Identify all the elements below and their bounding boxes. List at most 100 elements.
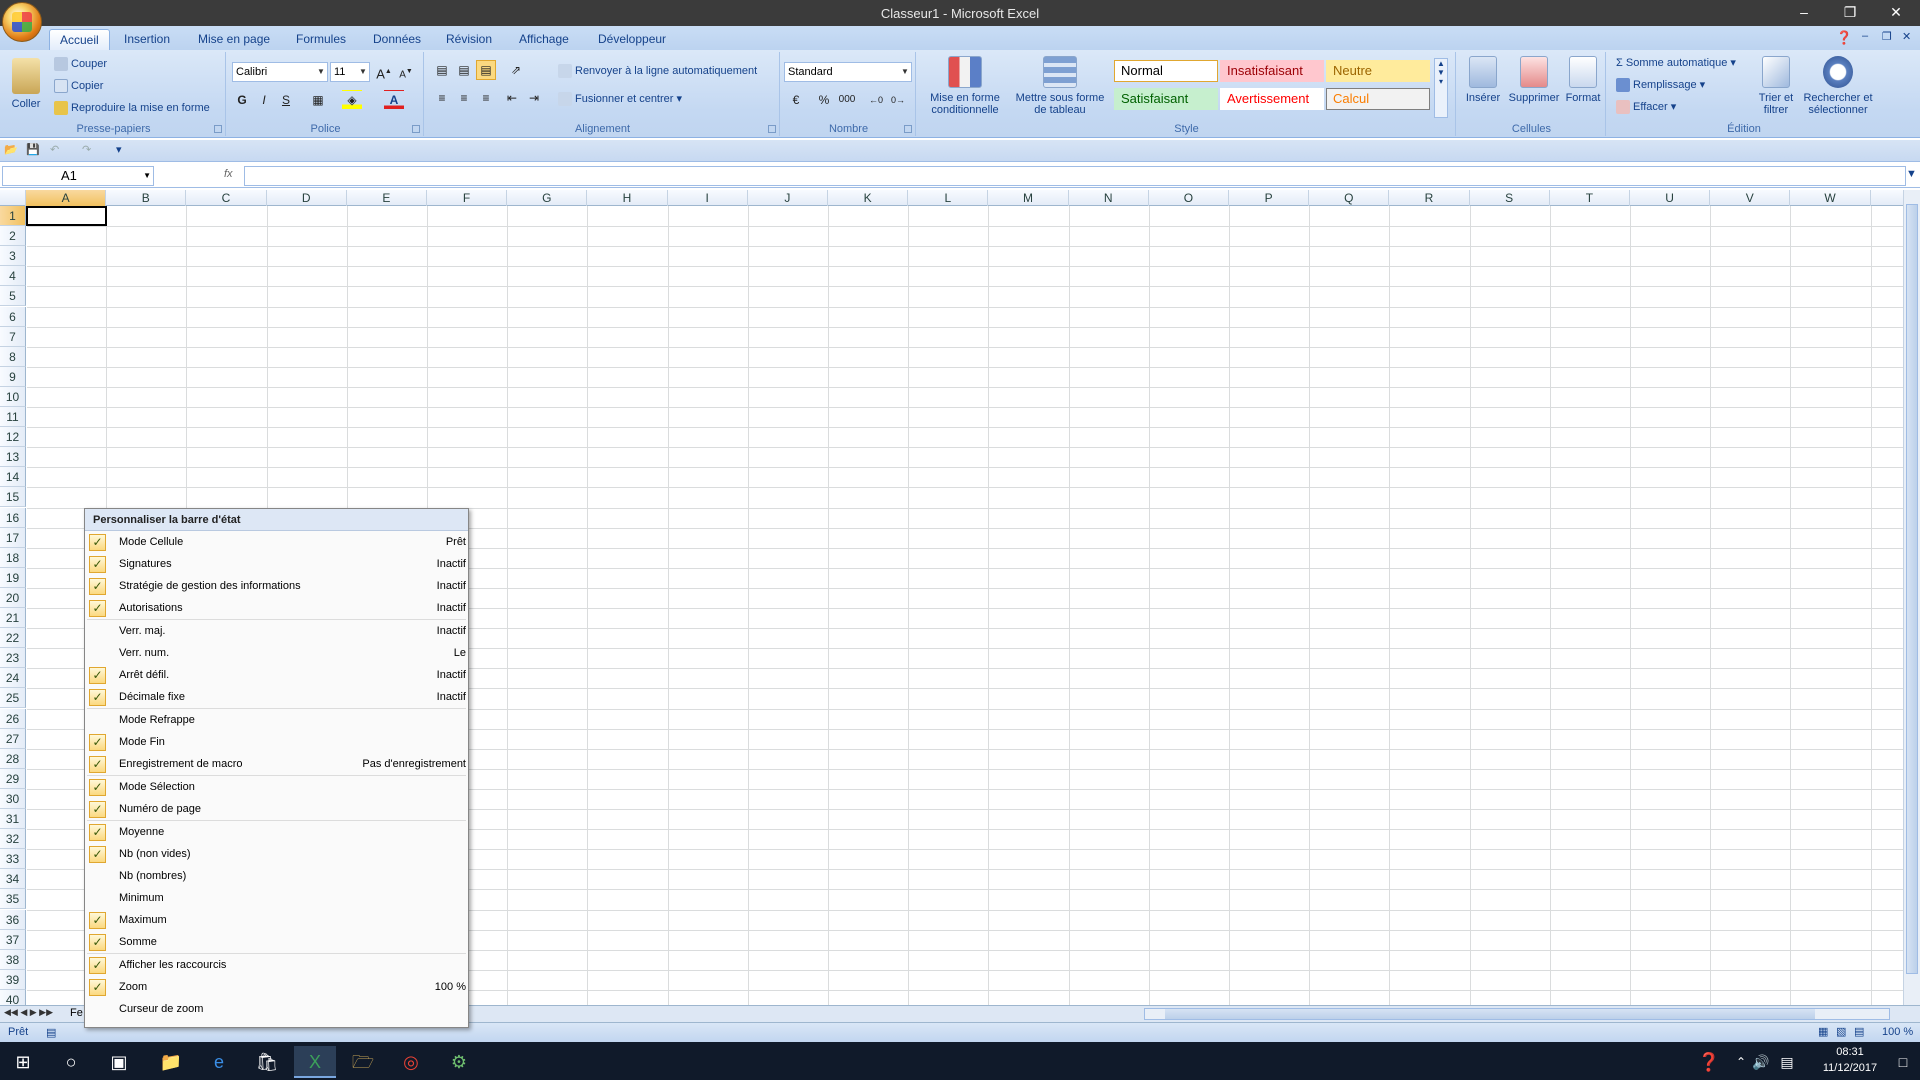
- find-select-button[interactable]: Rechercher et sélectionner: [1800, 56, 1876, 116]
- align-top-icon[interactable]: ▤: [432, 60, 452, 80]
- menu-item[interactable]: ✓ Mode Sélection: [85, 776, 468, 798]
- menu-item[interactable]: Verr. maj. Inactif: [85, 620, 468, 642]
- row-header[interactable]: 39: [0, 969, 26, 990]
- row-header[interactable]: 2: [0, 226, 26, 247]
- chrome-icon[interactable]: ◎: [390, 1046, 432, 1078]
- menu-item[interactable]: ✓ Nb (non vides): [85, 843, 468, 865]
- align-right-icon[interactable]: ≡: [476, 88, 496, 108]
- menu-item[interactable]: ✓ Moyenne: [85, 821, 468, 843]
- help-icon[interactable]: ❓: [1836, 30, 1852, 46]
- merge-center-button[interactable]: Fusionner et centrer ▾: [558, 92, 682, 107]
- menu-item[interactable]: ✓ Mode Cellule Prêt: [85, 531, 468, 553]
- decrease-decimal-icon[interactable]: 0→: [888, 90, 908, 110]
- tab-formules[interactable]: Formules: [286, 29, 356, 50]
- name-box[interactable]: A1 ▼: [2, 166, 154, 186]
- column-header[interactable]: U: [1630, 190, 1711, 206]
- search-icon[interactable]: ○: [50, 1046, 92, 1078]
- column-header[interactable]: G: [507, 190, 588, 206]
- row-header[interactable]: 31: [0, 809, 26, 829]
- windows-start-icon[interactable]: ⊞: [2, 1046, 44, 1078]
- dialog-launcher[interactable]: [904, 125, 912, 133]
- file-explorer-icon[interactable]: 📁: [150, 1046, 192, 1078]
- doc-restore-button[interactable]: ❐: [1882, 30, 1892, 43]
- tab-donnees[interactable]: Données: [363, 29, 431, 50]
- undo-icon[interactable]: ↶: [50, 143, 59, 156]
- dialog-launcher[interactable]: [768, 125, 776, 133]
- fill-color-icon[interactable]: ◈: [342, 90, 362, 110]
- row-header[interactable]: 32: [0, 829, 26, 850]
- network-icon[interactable]: ▤: [1766, 1046, 1808, 1078]
- menu-item[interactable]: Verr. num. Le: [85, 642, 468, 664]
- folder-icon[interactable]: 🗁: [342, 1046, 384, 1078]
- save-icon[interactable]: 💾: [26, 143, 40, 156]
- style-good[interactable]: Satisfaisant: [1114, 88, 1218, 110]
- menu-item[interactable]: ✓ Somme: [85, 931, 468, 953]
- open-icon[interactable]: 📂: [4, 143, 18, 156]
- column-header[interactable]: N: [1069, 190, 1149, 206]
- menu-item[interactable]: ✓ Numéro de page: [85, 798, 468, 820]
- italic-button[interactable]: I: [254, 90, 274, 110]
- menu-item[interactable]: ✓ Décimale fixe Inactif: [85, 686, 468, 708]
- menu-item[interactable]: Nb (nombres): [85, 865, 468, 887]
- row-header[interactable]: 15: [0, 487, 26, 508]
- row-header[interactable]: 18: [0, 547, 26, 568]
- shrink-font-button[interactable]: A▼: [396, 62, 416, 82]
- close-button[interactable]: ✕: [1874, 0, 1918, 26]
- vertical-scroll-thumb[interactable]: [1906, 204, 1918, 974]
- column-header[interactable]: C: [186, 190, 267, 206]
- menu-item[interactable]: Minimum: [85, 887, 468, 909]
- cut-button[interactable]: Couper: [54, 57, 107, 71]
- column-header[interactable]: W: [1790, 190, 1871, 206]
- align-left-icon[interactable]: ≡: [432, 88, 452, 108]
- edge-icon[interactable]: e: [198, 1046, 240, 1078]
- fx-icon[interactable]: fx: [224, 168, 233, 180]
- horizontal-scroll-thumb[interactable]: [1165, 1009, 1815, 1019]
- underline-button[interactable]: S: [276, 90, 296, 110]
- row-header[interactable]: 35: [0, 889, 26, 910]
- view-normal-icon[interactable]: ▦: [1818, 1025, 1828, 1038]
- column-header[interactable]: E: [347, 190, 427, 206]
- row-header[interactable]: 23: [0, 648, 26, 669]
- column-header[interactable]: F: [427, 190, 508, 206]
- row-header[interactable]: 40: [0, 989, 26, 1005]
- menu-item[interactable]: ✓ Stratégie de gestion des informations In…: [85, 575, 468, 597]
- column-header[interactable]: V: [1710, 190, 1791, 206]
- copy-button[interactable]: Copier: [54, 79, 103, 93]
- autosum-button[interactable]: Σ Somme automatique ▾: [1616, 56, 1736, 69]
- column-header[interactable]: M: [988, 190, 1069, 206]
- grow-font-button[interactable]: A▲: [374, 62, 394, 82]
- row-header[interactable]: 10: [0, 386, 26, 407]
- column-header[interactable]: A: [26, 190, 107, 206]
- row-header[interactable]: 13: [0, 447, 26, 468]
- zoom-level[interactable]: 100 %: [1882, 1026, 1913, 1038]
- number-format-combo[interactable]: Standard ▼: [784, 62, 912, 82]
- row-header[interactable]: 36: [0, 909, 26, 930]
- tab-accueil[interactable]: Accueil: [49, 29, 110, 50]
- row-header[interactable]: 9: [0, 366, 26, 387]
- paste-button[interactable]: Coller: [6, 58, 46, 110]
- decrease-indent-icon[interactable]: ⇤: [502, 88, 522, 108]
- column-header[interactable]: P: [1229, 190, 1310, 206]
- office-button[interactable]: [2, 2, 42, 42]
- clear-button[interactable]: Effacer ▾: [1616, 100, 1676, 115]
- tab-developpeur[interactable]: Développeur: [588, 29, 676, 50]
- app-icon[interactable]: ⚙: [438, 1046, 480, 1078]
- restore-button[interactable]: ❐: [1828, 0, 1872, 26]
- row-header[interactable]: 29: [0, 768, 26, 789]
- font-name-combo[interactable]: Calibri ▼: [232, 62, 328, 82]
- conditional-format-button[interactable]: Mise en forme conditionnelle: [924, 56, 1006, 116]
- sheet-tab[interactable]: Fe: [70, 1007, 83, 1019]
- percent-button[interactable]: %: [814, 90, 834, 110]
- menu-item[interactable]: Mode Refrappe: [85, 709, 468, 731]
- row-header[interactable]: 25: [0, 688, 26, 709]
- align-center-icon[interactable]: ≡: [454, 88, 474, 108]
- excel-taskbar-icon[interactable]: X: [294, 1046, 336, 1078]
- row-header[interactable]: 7: [0, 326, 26, 347]
- sheet-nav-icon[interactable]: ◀◀ ◀ ▶ ▶▶: [4, 1007, 53, 1018]
- column-header[interactable]: J: [748, 190, 828, 206]
- view-layout-icon[interactable]: ▧: [1836, 1025, 1846, 1038]
- row-header[interactable]: 1: [0, 206, 26, 226]
- column-header[interactable]: K: [828, 190, 909, 206]
- style-normal[interactable]: Normal: [1114, 60, 1218, 82]
- active-cell-a1[interactable]: [26, 206, 107, 226]
